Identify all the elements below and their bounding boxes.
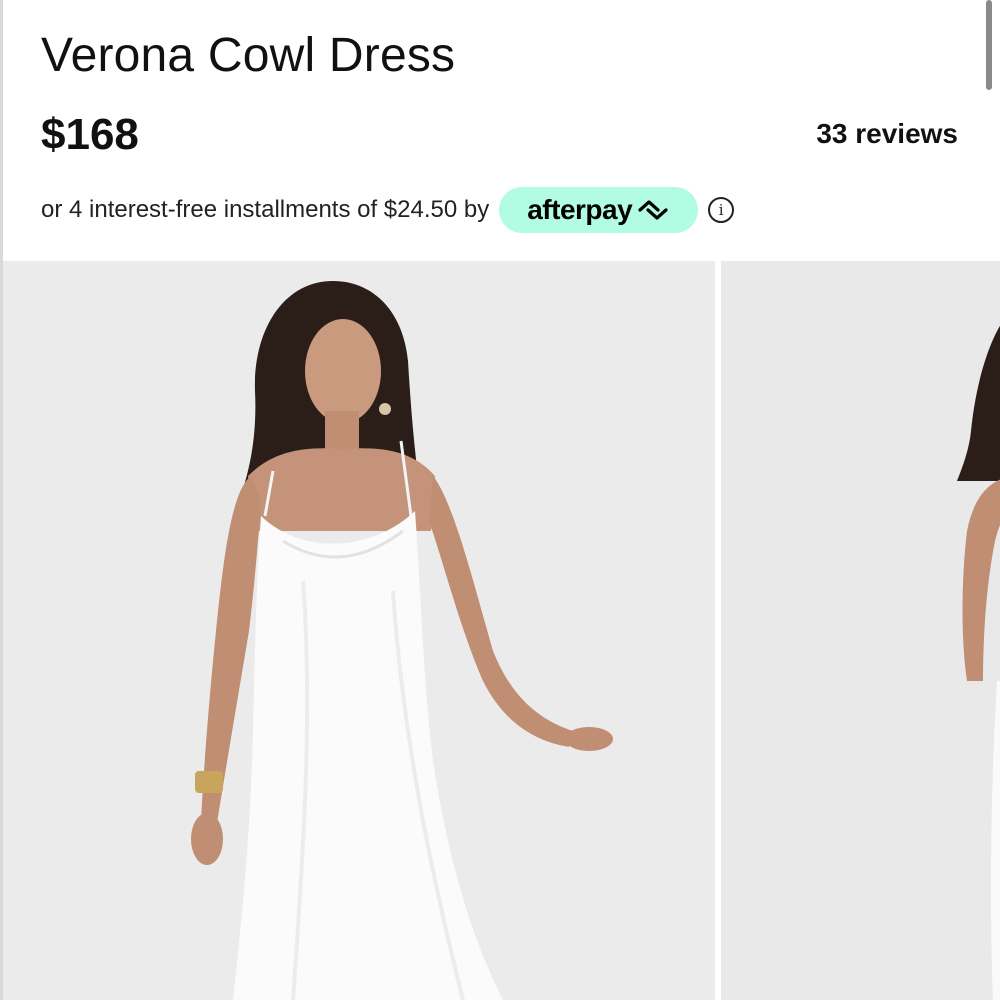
product-image-gallery	[3, 261, 1000, 1000]
installments-text: or 4 interest-free installments of $24.5…	[41, 196, 490, 223]
reviews-link[interactable]: 33 reviews	[816, 118, 958, 150]
product-page: Verona Cowl Dress $168 33 reviews or 4 i…	[0, 0, 1000, 1000]
afterpay-logo-text: afterpay	[527, 194, 633, 225]
afterpay-badge[interactable]: afterpay	[499, 187, 699, 233]
model-back-illustration	[721, 261, 1000, 1000]
product-image-front[interactable]	[3, 261, 715, 1000]
product-price: $168	[41, 110, 139, 159]
product-title: Verona Cowl Dress	[41, 29, 456, 82]
scrollbar-thumb[interactable]	[986, 0, 992, 90]
info-circle-icon[interactable]: i	[708, 197, 735, 223]
product-image-back[interactable]	[721, 261, 1000, 1000]
afterpay-arrows-icon	[638, 200, 668, 220]
model-front-illustration	[3, 261, 715, 1000]
installments-row: or 4 interest-free installments of $24.5…	[41, 186, 735, 234]
